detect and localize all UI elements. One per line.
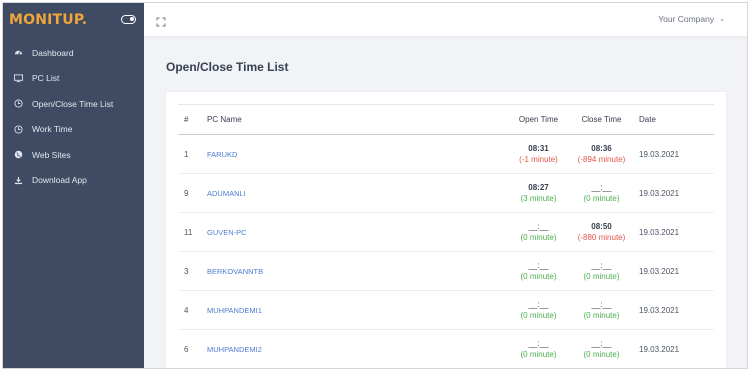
topbar: Your Company ⌄: [144, 3, 747, 36]
table-row: 1 FARUKD 08:31 (-1 minute) 08:36 (-894 min…: [178, 134, 714, 174]
sidebar-item-label: Web Sites: [32, 149, 71, 160]
dashboard-icon: [13, 47, 24, 58]
pc-name-link[interactable]: GUVEN-PC: [207, 228, 247, 237]
row-number: 6: [178, 329, 207, 368]
clock-icon: [13, 124, 24, 135]
sidebar-item-download-app[interactable]: Download App: [3, 168, 144, 194]
sidebar: MONITUP. Dashboard PC List Open/Close Ti…: [3, 3, 144, 368]
row-number: 9: [178, 173, 207, 213]
globe-icon: [13, 149, 24, 160]
row-number: 4: [178, 290, 207, 330]
app-window: MONITUP. Dashboard PC List Open/Close Ti…: [2, 2, 748, 369]
brand-logo[interactable]: MONITUP.: [9, 12, 87, 28]
close-time-diff: (0 minute): [583, 272, 620, 281]
sidebar-item-work-time[interactable]: Work Time: [3, 117, 144, 143]
sidebar-item-label: Dashboard: [32, 47, 74, 58]
sidebar-item-label: Work Time: [32, 124, 73, 135]
open-time-diff: (-1 minute): [519, 155, 558, 164]
sidebar-item-dashboard[interactable]: Dashboard: [3, 40, 144, 66]
pc-name-link[interactable]: FARUKD: [207, 150, 237, 159]
close-time-diff: (0 minute): [583, 350, 620, 359]
close-time: __:__: [591, 261, 612, 270]
fullscreen-icon[interactable]: [156, 14, 166, 27]
open-time: __:__: [528, 339, 549, 348]
row-date: 19.03.2021: [639, 149, 680, 159]
sidebar-item-open-close-time-list[interactable]: Open/Close Time List: [3, 91, 144, 117]
pc-name-link[interactable]: ADUMANLI: [207, 189, 246, 198]
sidebar-item-label: Download App: [32, 175, 87, 186]
row-number: 3: [178, 251, 207, 291]
column-header-open-time: Open Time: [507, 104, 570, 135]
close-time-diff: (-880 minute): [577, 233, 626, 242]
download-icon: [13, 175, 24, 186]
sidebar-item-pc-list[interactable]: PC List: [3, 66, 144, 92]
row-date: 19.03.2021: [639, 188, 680, 198]
close-time-diff: (0 minute): [583, 194, 620, 203]
open-time: __:__: [528, 261, 549, 270]
close-time-diff: (-894 minute): [577, 155, 626, 164]
column-header-pc-name: PC Name: [207, 104, 507, 135]
row-number: 1: [178, 134, 207, 174]
table-card: # PC Name Open Time Close Time Date 1 FA…: [166, 92, 726, 368]
close-time: 08:36: [591, 144, 612, 153]
open-close-time-table: # PC Name Open Time Close Time Date 1 FA…: [178, 104, 714, 368]
pc-name-link[interactable]: MUHPANDEMI2: [207, 345, 262, 354]
close-time: __:__: [591, 300, 612, 309]
row-date: 19.03.2021: [639, 344, 680, 354]
row-date: 19.03.2021: [639, 266, 680, 276]
close-time: __:__: [591, 339, 612, 348]
page-title: Open/Close Time List: [166, 60, 289, 74]
row-number: 11: [178, 212, 207, 252]
chevron-down-icon: ⌄: [719, 16, 725, 23]
brand-header: MONITUP.: [3, 3, 144, 36]
company-name: Your Company: [658, 14, 715, 24]
table-row: 4 MUHPANDEMI1 __:__ (0 minute) __:__ (0 mi…: [178, 290, 714, 330]
table-row: 9 ADUMANLI 08:27 (3 minute) __:__ (0 minut…: [178, 173, 714, 213]
column-header-date: Date: [633, 104, 714, 135]
open-time-diff: (0 minute): [520, 233, 557, 242]
open-time: __:__: [528, 300, 549, 309]
main-content: Open/Close Time List # PC Name Open Time…: [144, 36, 747, 368]
open-time-diff: (0 minute): [520, 272, 557, 281]
sidebar-item-label: PC List: [32, 73, 60, 84]
row-date: 19.03.2021: [639, 227, 680, 237]
close-time-diff: (0 minute): [583, 311, 620, 320]
sidebar-item-label: Open/Close Time List: [32, 98, 114, 109]
open-time-diff: (3 minute): [520, 194, 557, 203]
column-header-num: #: [178, 104, 207, 135]
open-time-diff: (0 minute): [520, 311, 557, 320]
table-row: 3 BERKOVANNTB __:__ (0 minute) __:__ (0 mi…: [178, 251, 714, 291]
row-date: 19.03.2021: [639, 305, 680, 315]
sidebar-nav: Dashboard PC List Open/Close Time List W…: [3, 40, 144, 193]
table-header-row: # PC Name Open Time Close Time Date: [178, 104, 714, 135]
open-time-diff: (0 minute): [520, 350, 557, 359]
sidebar-item-web-sites[interactable]: Web Sites: [3, 142, 144, 168]
clock-icon: [13, 98, 24, 109]
monitor-icon: [13, 73, 24, 84]
close-time: 08:50: [591, 222, 612, 231]
table-row: 11 GUVEN-PC __:__ (0 minute) 08:50 (-880 m…: [178, 212, 714, 252]
sidebar-toggle-icon[interactable]: [121, 15, 136, 24]
close-time: __:__: [591, 183, 612, 192]
open-time: 08:27: [528, 183, 549, 192]
company-dropdown[interactable]: Your Company ⌄: [658, 14, 725, 24]
table-row: 6 MUHPANDEMI2 __:__ (0 minute) __:__ (0 mi…: [178, 329, 714, 368]
pc-name-link[interactable]: MUHPANDEMI1: [207, 306, 262, 315]
open-time: 08:31: [528, 144, 549, 153]
pc-name-link[interactable]: BERKOVANNTB: [207, 267, 263, 276]
open-time: __:__: [528, 222, 549, 231]
column-header-close-time: Close Time: [570, 104, 633, 135]
